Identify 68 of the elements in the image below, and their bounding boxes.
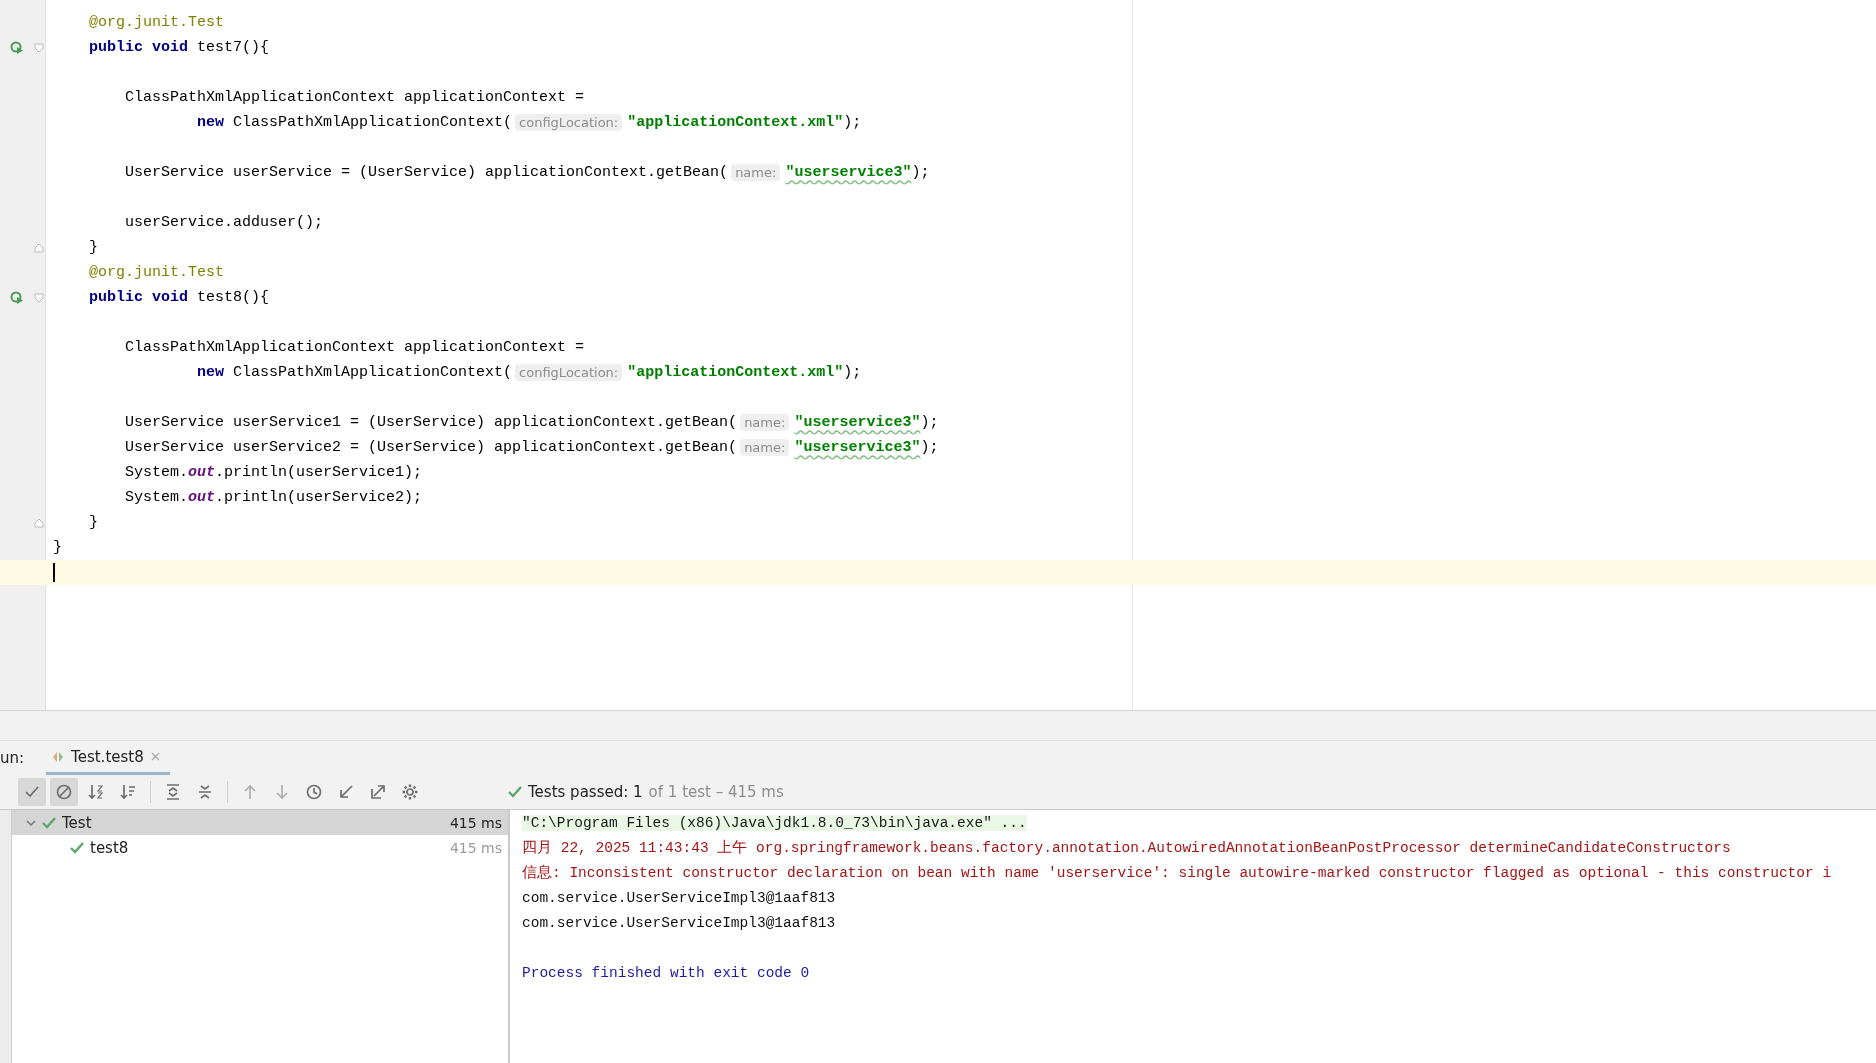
code-text: System. <box>125 489 189 506</box>
parameter-hint: configLocation: <box>515 364 623 381</box>
tests-passed-text: Tests passed: 1 <box>528 783 643 801</box>
code-text: UserService userService1 = (UserService) applicationContext.getBean( <box>125 414 738 431</box>
parameter-hint: configLocation: <box>515 114 623 131</box>
fold-icon[interactable] <box>34 517 45 528</box>
junit-icon <box>52 750 65 763</box>
code-text: ClassPathXmlApplicationContext( <box>233 114 513 131</box>
run-tab[interactable]: Test.test8 <box>46 741 170 775</box>
code-text: .println(userService2); <box>215 489 423 506</box>
code-text: ); <box>920 439 939 456</box>
keyword: new <box>197 114 226 131</box>
string-literal: "applicationContext.xml" <box>627 114 844 131</box>
run-test-icon[interactable] <box>10 290 25 305</box>
code-text: ClassPathXmlApplicationContext applicationContext = <box>125 89 585 106</box>
parameter-hint: name: <box>740 414 790 431</box>
code-text: } <box>89 239 99 256</box>
fold-icon[interactable] <box>34 292 45 303</box>
check-icon <box>42 816 56 829</box>
run-test-icon[interactable] <box>10 40 25 55</box>
check-icon <box>70 841 84 854</box>
parameter-hint: name: <box>740 439 790 456</box>
fold-icon[interactable] <box>34 42 45 53</box>
static-field: out <box>188 489 216 506</box>
keyword: public void <box>89 289 190 306</box>
code-text: userService.adduser(); <box>125 214 324 231</box>
code-text: System. <box>125 464 189 481</box>
annotation: Test <box>188 264 225 281</box>
code-text: ); <box>843 364 862 381</box>
check-tool-icon[interactable] <box>18 778 46 806</box>
parameter-hint: name: <box>731 164 781 181</box>
code-text: ); <box>911 164 930 181</box>
code-text: ); <box>843 114 862 131</box>
expand-caret-icon[interactable] <box>26 817 36 828</box>
output-line: com.service.UserServiceImpl3@1aaf813 <box>522 914 836 931</box>
code-text: ); <box>920 414 939 431</box>
string-literal: "userservice3" <box>794 414 921 431</box>
test-tree-item[interactable]: Test 415 ms <box>12 810 508 835</box>
annotation: Test <box>188 14 225 31</box>
check-icon <box>508 786 522 798</box>
string-literal: "userservice3" <box>785 164 912 181</box>
code-text: } <box>89 514 99 531</box>
test-summary-text: of 1 test – 415 ms <box>648 783 784 801</box>
code-text: UserService userService2 = (UserService) applicationContext.getBean( <box>125 439 738 456</box>
code-text: .println(userService1); <box>215 464 423 481</box>
code-text: } <box>53 539 62 556</box>
string-literal: "applicationContext.xml" <box>627 364 844 381</box>
annotation: @org.junit. <box>89 14 189 31</box>
code-text: test7(){ <box>197 39 270 56</box>
code-text: test8(){ <box>197 289 270 306</box>
close-icon[interactable] <box>150 752 160 761</box>
exit-message: Process finished with exit code 0 <box>522 964 810 981</box>
static-field: out <box>188 464 216 481</box>
output-line: com.service.UserServiceImpl3@1aaf813 <box>522 889 836 906</box>
test-tree-item[interactable]: test8 415 ms <box>12 835 508 860</box>
string-literal: "userservice3" <box>794 439 921 456</box>
code-text: ClassPathXmlApplicationContext( <box>233 364 513 381</box>
run-label: un: <box>0 748 25 769</box>
log-line: 信息: Inconsistent constructor declaration on bean with name 'userservice': single autowire-marked constructor flagged as optional - this constructor i <box>522 864 1832 882</box>
code-text: ClassPathXmlApplicationContext applicationContext = <box>125 339 585 356</box>
text-cursor <box>53 563 55 582</box>
ignored-tool-icon[interactable] <box>50 778 78 806</box>
code-text: UserService userService = (UserService) applicationContext.getBean( <box>125 164 729 181</box>
log-line: 四月 22, 2025 11:43:43 上午 org.springframework.beans.factory.annotation.AutowiredAnnotationBeanPostProcessor determineCandidateConstructors <box>522 838 1731 857</box>
keyword: new <box>197 364 226 381</box>
keyword: public void <box>89 39 190 56</box>
annotation: @org.junit. <box>89 264 189 281</box>
fold-icon[interactable] <box>34 242 45 253</box>
